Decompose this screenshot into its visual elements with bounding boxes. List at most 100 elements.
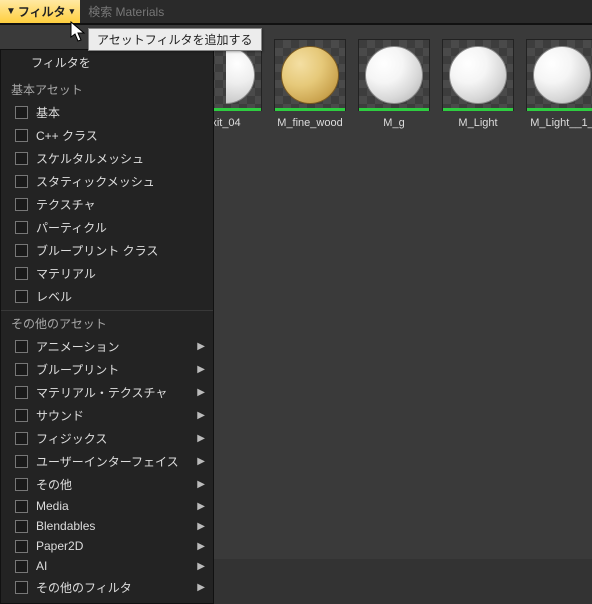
filter-tooltip: アセットフィルタを追加する [88, 28, 262, 51]
menu-item-label: マテリアル [36, 265, 96, 282]
filter-menu-item[interactable]: C++ クラス [1, 124, 213, 147]
material-sphere-icon [449, 46, 507, 104]
filter-menu-item[interactable]: その他のフィルタ ▶ [1, 576, 213, 599]
asset-thumbnail [442, 39, 514, 111]
menu-item-label: レベル [36, 288, 72, 305]
asset-tile[interactable]: M_fine_wood [274, 39, 346, 129]
filter-menu-item[interactable]: パーティクル [1, 216, 213, 239]
checkbox-icon [15, 478, 28, 491]
checkbox-icon [15, 198, 28, 211]
asset-thumbnail [274, 39, 346, 111]
menu-item-label: AI [36, 559, 47, 573]
checkbox-icon [15, 500, 28, 513]
submenu-arrow-icon: ▶ [197, 501, 205, 512]
submenu-arrow-icon: ▶ [197, 341, 205, 352]
asset-label: M_Light [442, 117, 514, 129]
filter-menu-item[interactable]: サウンド ▶ [1, 404, 213, 427]
filter-menu-item[interactable]: Paper2D ▶ [1, 536, 213, 556]
filter-menu-item[interactable]: その他 ▶ [1, 473, 213, 496]
filter-button-label: フィルタ [18, 3, 66, 20]
asset-label: M_Light__1_ [526, 117, 592, 129]
menu-item-label: 基本 [36, 104, 60, 121]
checkbox-icon [15, 409, 28, 422]
toolbar: ▼ フィルタ ▾ 検索 Materials [0, 0, 592, 24]
menu-item-label: Media [36, 499, 69, 513]
checkbox-icon [15, 432, 28, 445]
submenu-arrow-icon: ▶ [197, 582, 205, 593]
submenu-arrow-icon: ▶ [197, 541, 205, 552]
filter-menu-item[interactable]: ブループリント クラス [1, 239, 213, 262]
menu-item-label: その他 [36, 476, 72, 493]
checkbox-icon [15, 455, 28, 468]
asset-thumbnail [358, 39, 430, 111]
asset-tile[interactable]: M_Light__1_ [526, 39, 592, 129]
search-input[interactable]: 検索 Materials [80, 0, 592, 23]
filter-menu-item[interactable]: レベル [1, 285, 213, 308]
menu-item-label: その他のフィルタ [36, 579, 132, 596]
submenu-arrow-icon: ▶ [197, 479, 205, 490]
filter-menu-item[interactable]: フィジックス ▶ [1, 427, 213, 450]
filter-menu-item[interactable]: スタティックメッシュ [1, 170, 213, 193]
material-sphere-icon [281, 46, 339, 104]
filter-menu-item[interactable]: テクスチャ [1, 193, 213, 216]
menu-item-label: スタティックメッシュ [36, 173, 155, 190]
filter-menu-item[interactable]: AI ▶ [1, 556, 213, 576]
filter-menu-item[interactable]: 基本 [1, 101, 213, 124]
asset-tile[interactable]: M_g [358, 39, 430, 129]
menu-item-label: C++ クラス [36, 127, 98, 144]
submenu-arrow-icon: ▶ [197, 387, 205, 398]
checkbox-icon [15, 581, 28, 594]
checkbox-icon [15, 290, 28, 303]
submenu-arrow-icon: ▶ [197, 410, 205, 421]
checkbox-icon [15, 363, 28, 376]
menu-section-title: その他のアセット [1, 310, 213, 335]
menu-item-label: マテリアル・テクスチャ [36, 384, 167, 401]
menu-section-title: 基本アセット [1, 77, 213, 101]
filter-menu-item[interactable]: Blendables ▶ [1, 516, 213, 536]
filter-menu-item[interactable]: Media ▶ [1, 496, 213, 516]
checkbox-icon [15, 386, 28, 399]
filter-menu-item[interactable]: ユーザーインターフェイス▶ [1, 450, 213, 473]
menu-item-label: テクスチャ [36, 196, 96, 213]
menu-item-label: サウンド [36, 407, 84, 424]
menu-item-label: パーティクル [36, 219, 107, 236]
menu-item-label: フィジックス [36, 430, 107, 447]
filter-menu-item[interactable]: スケルタルメッシュ [1, 147, 213, 170]
checkbox-icon [15, 520, 28, 533]
filter-menu-item[interactable]: マテリアル [1, 262, 213, 285]
menu-item-label: ブループリント クラス [36, 242, 158, 259]
asset-tile[interactable]: M_Light [442, 39, 514, 129]
filter-menu-header[interactable]: フィルタを [1, 50, 213, 77]
submenu-arrow-icon: ▶ [197, 364, 205, 375]
checkbox-icon [15, 152, 28, 165]
menu-item-label: Blendables [36, 519, 95, 533]
checkbox-icon [15, 221, 28, 234]
filter-menu-item[interactable]: マテリアル・テクスチャ ▶ [1, 381, 213, 404]
chevron-down-icon: ▾ [70, 6, 75, 17]
submenu-arrow-icon: ▶ [197, 521, 205, 532]
checkbox-icon [15, 340, 28, 353]
filter-menu-item[interactable]: アニメーション ▶ [1, 335, 213, 358]
funnel-icon: ▼ [6, 6, 16, 17]
material-sphere-icon [365, 46, 423, 104]
checkbox-icon [15, 560, 28, 573]
submenu-arrow-icon: ▶ [197, 433, 205, 444]
checkbox-icon [15, 175, 28, 188]
asset-label: M_fine_wood [274, 117, 346, 129]
checkbox-icon [15, 106, 28, 119]
checkbox-icon [15, 540, 28, 553]
menu-item-label: アニメーション [36, 338, 120, 355]
menu-item-label: Paper2D [36, 539, 83, 553]
filter-menu-item[interactable]: ブループリント ▶ [1, 358, 213, 381]
menu-item-label: ブループリント [36, 361, 119, 378]
asset-label: M_g [358, 117, 430, 129]
filter-button[interactable]: ▼ フィルタ ▾ [0, 0, 80, 23]
submenu-arrow-icon: ▶ [197, 456, 205, 467]
checkbox-icon [15, 244, 28, 257]
material-sphere-icon [533, 46, 591, 104]
menu-item-label: スケルタルメッシュ [36, 150, 144, 167]
asset-thumbnail [526, 39, 592, 111]
checkbox-icon [15, 267, 28, 280]
checkbox-icon [15, 129, 28, 142]
submenu-arrow-icon: ▶ [197, 561, 205, 572]
